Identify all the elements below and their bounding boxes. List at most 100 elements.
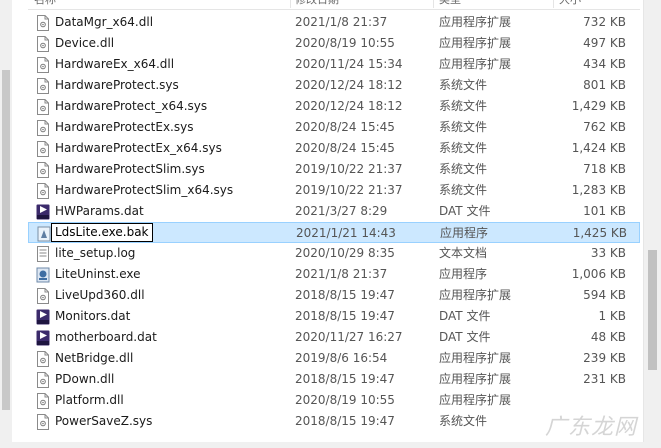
file-name-cell[interactable]: LdsLite.exe.bak xyxy=(35,223,285,244)
file-row[interactable]: Platform.dll 2020/8/19 10:55 应用程序扩展 xyxy=(28,390,640,411)
file-row[interactable]: Monitors.dat 2018/8/15 19:47 DAT 文件 1 KB xyxy=(28,306,640,327)
dat-icon xyxy=(36,309,50,325)
sys-icon xyxy=(36,162,50,178)
file-date: 2021/1/21 14:43 xyxy=(296,226,396,240)
file-size: 239 KB xyxy=(583,351,626,365)
file-row[interactable]: HardwareProtect_x64.sys 2020/12/24 18:12 系… xyxy=(28,96,640,117)
file-name-cell[interactable]: PDown.dll xyxy=(34,369,284,390)
file-type: 应用程序扩展 xyxy=(439,393,512,407)
file-name-cell[interactable]: LiteUninst.exe xyxy=(34,264,284,285)
file-type: DAT 文件 xyxy=(439,309,491,323)
file-row[interactable]: LiveUpd360.dll 2018/8/15 19:47 应用程序扩展 594 K… xyxy=(28,285,640,306)
file-name: PDown.dll xyxy=(55,372,115,386)
file-name-cell[interactable]: HardwareProtectSlim.sys xyxy=(34,159,284,180)
file-date: 2021/3/27 8:29 xyxy=(295,204,388,218)
file-size: 762 KB xyxy=(583,120,626,134)
file-size xyxy=(538,390,626,411)
file-name-cell[interactable]: DataMgr_x64.dll xyxy=(34,12,284,33)
file-type: 系统文件 xyxy=(439,120,488,134)
file-name: HardwareProtectEx.sys xyxy=(55,120,194,134)
file-type: 应用程序扩展 xyxy=(439,372,512,386)
file-date: 2020/8/24 15:45 xyxy=(295,120,395,134)
file-name-cell[interactable]: Monitors.dat xyxy=(34,306,284,327)
file-date: 2018/8/15 19:47 xyxy=(295,372,395,386)
uninstall-icon xyxy=(36,267,50,283)
file-size: 594 KB xyxy=(583,288,626,302)
horizontal-scrollbar[interactable] xyxy=(0,442,661,448)
file-type: DAT 文件 xyxy=(439,330,491,344)
file-explorer-window: 名称 修改日期 类型 大小 DataMgr_x64.dll 2021/1/8 21… xyxy=(0,0,661,448)
file-row[interactable]: HardwareEx_x64.dll 2020/11/24 15:34 应用程序扩展… xyxy=(28,54,640,75)
column-header-date[interactable]: 修改日期 xyxy=(295,0,435,8)
file-type: DAT 文件 xyxy=(439,204,491,218)
file-name: LiteUninst.exe xyxy=(55,267,141,281)
file-type: 系统文件 xyxy=(439,414,488,428)
dat-icon xyxy=(36,204,50,220)
vertical-scroll-thumb[interactable] xyxy=(648,250,657,370)
file-row[interactable]: HWParams.dat 2021/3/27 8:29 DAT 文件 101 KB xyxy=(28,201,640,222)
file-row-selected[interactable]: LdsLite.exe.bak 2021/1/21 14:43 应用程序 1,425 … xyxy=(28,222,640,243)
file-name: Platform.dll xyxy=(55,393,124,407)
sys-icon xyxy=(36,99,50,115)
file-name-cell[interactable]: HardwareProtect_x64.sys xyxy=(34,96,284,117)
file-name-cell[interactable]: Device.dll xyxy=(34,33,284,54)
file-name: HardwareProtectSlim_x64.sys xyxy=(55,183,234,197)
file-name-cell[interactable]: HardwareProtect.sys xyxy=(34,75,284,96)
file-name-cell[interactable]: NetBridge.dll xyxy=(34,348,284,369)
rename-input[interactable]: LdsLite.exe.bak xyxy=(51,223,153,242)
file-row[interactable]: NetBridge.dll 2019/8/6 16:54 应用程序扩展 239 KB xyxy=(28,348,640,369)
file-name: HardwareProtectSlim.sys xyxy=(55,162,205,176)
file-row[interactable]: HardwareProtectSlim.sys 2019/10/22 21:37 系… xyxy=(28,159,640,180)
left-pane-scrollbar[interactable] xyxy=(0,0,12,448)
dll-icon xyxy=(36,15,50,31)
file-date: 2019/8/6 16:54 xyxy=(295,351,388,365)
file-row[interactable]: motherboard.dat 2020/11/27 16:27 DAT 文件 48 … xyxy=(28,327,640,348)
file-row[interactable]: DataMgr_x64.dll 2021/1/8 21:37 应用程序扩展 732 K… xyxy=(28,12,640,33)
file-date: 2021/1/8 21:37 xyxy=(295,267,388,281)
file-row[interactable]: HardwareProtectSlim_x64.sys 2019/10/22 21… xyxy=(28,180,640,201)
file-type: 应用程序扩展 xyxy=(439,15,512,29)
file-row[interactable]: lite_setup.log 2020/10/29 8:35 文本文档 33 KB xyxy=(28,243,640,264)
file-type: 应用程序扩展 xyxy=(439,351,512,365)
column-header-size[interactable]: 大小 xyxy=(559,0,626,8)
dll-icon xyxy=(36,36,50,52)
file-name-cell[interactable]: HardwareProtectEx.sys xyxy=(34,117,284,138)
file-name: NetBridge.dll xyxy=(55,351,134,365)
file-row[interactable]: LiteUninst.exe 2021/1/8 21:37 应用程序 1,006 KB xyxy=(28,264,640,285)
file-size: 1,425 KB xyxy=(572,226,627,240)
column-separator[interactable] xyxy=(553,0,554,8)
file-date: 2020/8/19 10:55 xyxy=(295,36,395,50)
file-row[interactable]: HardwareProtectEx_x64.sys 2020/8/24 15:45… xyxy=(28,138,640,159)
file-date: 2021/1/8 21:37 xyxy=(295,15,388,29)
file-name-cell[interactable]: HardwareProtectSlim_x64.sys xyxy=(34,180,284,201)
file-size: 1,424 KB xyxy=(571,141,626,155)
left-pane-scroll-thumb[interactable] xyxy=(2,70,10,410)
file-name-cell[interactable]: LiveUpd360.dll xyxy=(34,285,284,306)
column-separator[interactable] xyxy=(290,0,291,8)
log-icon xyxy=(36,246,50,262)
column-header-name[interactable]: 名称 xyxy=(34,0,284,8)
file-list: DataMgr_x64.dll 2021/1/8 21:37 应用程序扩展 732 K… xyxy=(28,12,640,432)
file-name: HWParams.dat xyxy=(55,204,144,218)
file-row[interactable]: HardwareProtect.sys 2020/12/24 18:12 系统文件 8… xyxy=(28,75,640,96)
file-size: 1,006 KB xyxy=(571,267,626,281)
column-header-type[interactable]: 类型 xyxy=(439,0,549,8)
column-separator[interactable] xyxy=(433,0,434,8)
file-type: 文本文档 xyxy=(439,246,488,260)
file-name-cell[interactable]: motherboard.dat xyxy=(34,327,284,348)
file-name-cell[interactable]: lite_setup.log xyxy=(34,243,284,264)
sys-icon xyxy=(36,78,50,94)
file-name-cell[interactable]: HardwareProtectEx_x64.sys xyxy=(34,138,284,159)
file-type: 系统文件 xyxy=(439,141,488,155)
file-name-cell[interactable]: HardwareEx_x64.dll xyxy=(34,54,284,75)
file-row[interactable]: PDown.dll 2018/8/15 19:47 应用程序扩展 231 KB xyxy=(28,369,640,390)
file-row[interactable]: HardwareProtectEx.sys 2020/8/24 15:45 系统文件… xyxy=(28,117,640,138)
file-date: 2020/11/24 15:34 xyxy=(295,57,403,71)
vertical-scrollbar[interactable] xyxy=(643,0,661,448)
file-name-cell[interactable]: HWParams.dat xyxy=(34,201,284,222)
file-row[interactable]: Device.dll 2020/8/19 10:55 应用程序扩展 497 KB xyxy=(28,33,640,54)
file-name: HardwareEx_x64.dll xyxy=(55,57,175,71)
file-name-cell[interactable]: PowerSaveZ.sys xyxy=(34,411,284,432)
file-type: 系统文件 xyxy=(439,99,488,113)
file-name-cell[interactable]: Platform.dll xyxy=(34,390,284,411)
